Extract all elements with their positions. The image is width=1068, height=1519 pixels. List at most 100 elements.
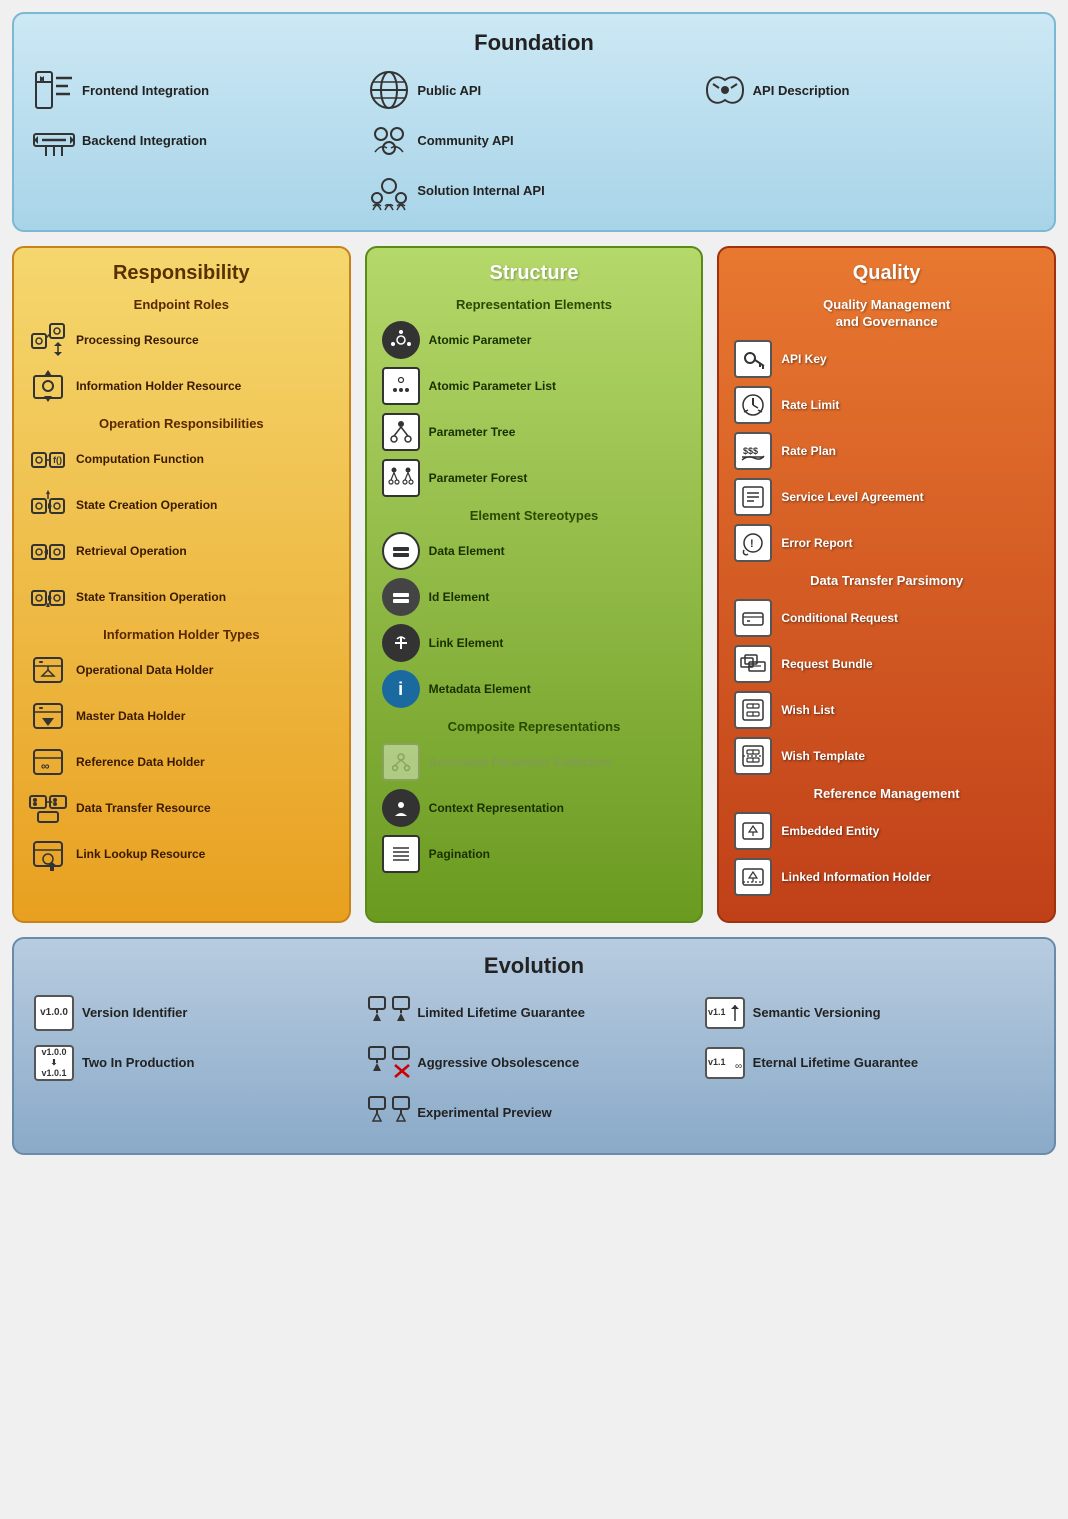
svg-text:$$$: $$$ (743, 446, 758, 456)
linked-information-holder-item: Linked Information Holder (733, 857, 1040, 897)
rate-limit-item: Rate Limit (733, 385, 1040, 425)
two-in-production-icon (369, 993, 409, 1033)
svg-text:v1.1: v1.1 (708, 1057, 726, 1067)
foundation-title: Foundation (34, 30, 1034, 56)
backend-integration-icon (34, 120, 74, 160)
limited-lifetime-item: v1.1 Semantic Versioning (705, 993, 1034, 1033)
annotated-param-collection-label: Annotated Parameter Collection (429, 755, 612, 769)
information-holder-icon (28, 366, 68, 406)
evolution-section: Evolution v1.0.0 Version Identifier v1.0… (12, 937, 1056, 1155)
frontend-integration-item: Frontend Integration (34, 70, 363, 110)
api-key-label: API Key (781, 352, 826, 366)
rate-plan-icon: $$$ (733, 431, 773, 471)
operation-responsibilities-subtitle: Operation Responsibilities (28, 416, 335, 431)
link-lookup-resource-item: Link Lookup Resource (28, 834, 335, 874)
error-report-icon: ! (733, 523, 773, 563)
embedded-entity-icon (733, 811, 773, 851)
public-api-item: Public API (369, 70, 698, 110)
pagination-icon (381, 834, 421, 874)
endpoint-roles-subtitle: Endpoint Roles (28, 297, 335, 312)
foundation-col-3: API Description (705, 70, 1034, 210)
two-in-production-item: Limited Lifetime Guarantee (369, 993, 698, 1033)
pagination-item: Pagination (381, 834, 688, 874)
information-holder-resource-item: Information Holder Resource (28, 366, 335, 406)
atomic-parameter-item: Atomic Parameter (381, 320, 688, 360)
wish-template-icon (733, 736, 773, 776)
master-data-holder-item: Master Data Holder (28, 696, 335, 736)
evolution-grid: v1.0.0 Version Identifier v1.0.0 ⬇ v1.0.… (34, 993, 1034, 1133)
processing-resource-label: Processing Resource (76, 333, 199, 347)
retrieval-operation-icon (28, 531, 68, 571)
element-stereotypes-subtitle: Element Stereotypes (381, 508, 688, 523)
service-level-agreement-label: Service Level Agreement (781, 490, 923, 504)
rate-limit-icon (733, 385, 773, 425)
state-creation-operation-item: State Creation Operation (28, 485, 335, 525)
backend-integration-item: Backend Integration (34, 120, 363, 160)
information-holder-types-subtitle: Information Holder Types (28, 627, 335, 642)
responsibility-title: Responsibility (28, 262, 335, 285)
sla-icon (733, 477, 773, 517)
frontend-integration-icon (34, 70, 74, 110)
retrieval-operation-item: Retrieval Operation (28, 531, 335, 571)
eternal-lifetime-label: Eternal Lifetime Guarantee (753, 1055, 918, 1070)
experimental-preview-item: Experimental Preview (369, 1093, 698, 1133)
limited-lifetime-label: Semantic Versioning (753, 1005, 881, 1020)
community-api-label: Community API (417, 133, 513, 148)
master-data-holder-label: Master Data Holder (76, 709, 185, 723)
data-element-icon (381, 531, 421, 571)
conditional-request-label: Conditional Request (781, 611, 898, 625)
evolution-col-1: v1.0.0 Version Identifier v1.0.0 ⬇ v1.0.… (34, 993, 363, 1133)
aggressive-obsolescence-item: Aggressive Obsolescence (369, 1043, 698, 1083)
version-identifier-item: v1.0.0 Version Identifier (34, 993, 363, 1033)
reference-data-holder-icon: ∞ (28, 742, 68, 782)
request-bundle-icon (733, 644, 773, 684)
linked-information-holder-icon (733, 857, 773, 897)
representation-elements-subtitle: Representation Elements (381, 297, 688, 312)
aggressive-obsolescence-icon (369, 1043, 409, 1083)
id-element-label: Id Element (429, 590, 490, 604)
foundation-col-1: Frontend Integration (34, 70, 363, 210)
frontend-integration-label: Frontend Integration (82, 83, 209, 98)
state-transition-operation-item: State Transition Operation (28, 577, 335, 617)
embedded-entity-label: Embedded Entity (781, 824, 879, 838)
link-element-item: Link Element (381, 623, 688, 663)
parameter-forest-item: Parameter Forest (381, 458, 688, 498)
svg-text:f(): f() (53, 455, 62, 465)
backend-integration-label: Backend Integration (82, 133, 207, 148)
parameter-tree-label: Parameter Tree (429, 425, 516, 439)
svg-text:∞: ∞ (735, 1061, 742, 1072)
atomic-parameter-list-item: Atomic Parameter List (381, 366, 688, 406)
id-element-item: Id Element (381, 577, 688, 617)
reference-management-subtitle: Reference Management (733, 786, 1040, 803)
processing-resource-item: Processing Resource (28, 320, 335, 360)
api-key-item: API Key (733, 339, 1040, 379)
atomic-parameter-icon (381, 320, 421, 360)
retrieval-operation-label: Retrieval Operation (76, 544, 187, 558)
quality-section: Quality Quality Managementand Governance… (717, 246, 1056, 923)
reference-data-holder-label: Reference Data Holder (76, 755, 205, 769)
master-data-holder-icon (28, 696, 68, 736)
aggressive-obsolescence-label: Aggressive Obsolescence (417, 1055, 579, 1070)
quality-title: Quality (733, 262, 1040, 285)
atomic-parameter-list-label: Atomic Parameter List (429, 379, 556, 393)
community-api-item: Community API (369, 120, 698, 160)
context-representation-icon (381, 788, 421, 828)
version-identifier-icon: v1.0.0 (34, 993, 74, 1033)
limited-lifetime-icon: v1.1 (705, 993, 745, 1033)
computation-function-label: Computation Function (76, 452, 204, 466)
solution-internal-api-item: Solution Internal API (369, 170, 698, 210)
link-element-icon (381, 623, 421, 663)
state-transition-operation-label: State Transition Operation (76, 590, 226, 604)
link-element-label: Link Element (429, 636, 504, 650)
wish-list-icon (733, 690, 773, 730)
error-report-item: ! Error Report (733, 523, 1040, 563)
request-bundle-label: Request Bundle (781, 657, 872, 671)
svg-text:!: ! (750, 538, 754, 550)
operational-data-holder-item: Operational Data Holder (28, 650, 335, 690)
conditional-request-icon (733, 598, 773, 638)
context-representation-label: Context Representation (429, 801, 564, 815)
processing-resource-icon (28, 320, 68, 360)
reference-data-holder-item: ∞ Reference Data Holder (28, 742, 335, 782)
wish-list-item: Wish List (733, 690, 1040, 730)
conditional-request-item: Conditional Request (733, 598, 1040, 638)
